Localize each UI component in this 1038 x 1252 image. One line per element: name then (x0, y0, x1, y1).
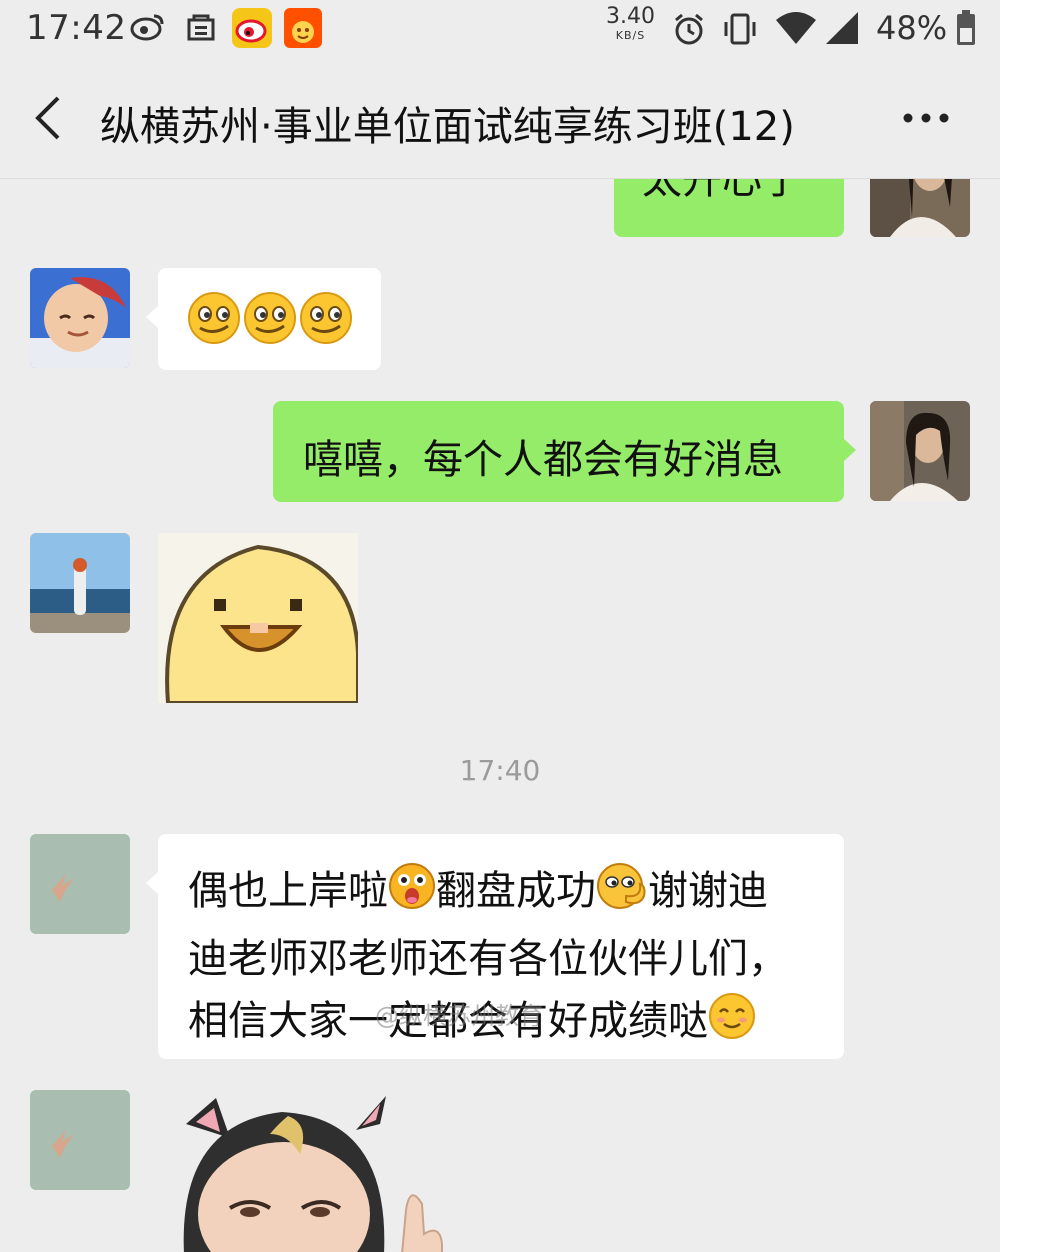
message-bubble-outgoing[interactable]: 太开心了 (614, 179, 844, 237)
alarm-icon (675, 13, 703, 45)
chat-title: 纵横苏州·事业单位面试纯享练习班(12) (100, 104, 795, 150)
avatar-member-3[interactable] (30, 1090, 130, 1190)
message-text: 翻盘成功 (436, 868, 596, 914)
network-speed-unit: KB/S (615, 29, 646, 42)
vibrate-icon (724, 13, 756, 45)
message-text: 谢谢迪 (648, 868, 768, 914)
weibo-red-app-icon (232, 8, 272, 48)
signal-icon (826, 12, 858, 44)
more-dots-icon (903, 113, 949, 123)
bubble-tail (146, 306, 158, 328)
message-line: 偶也上岸啦 翻盘成功 谢谢迪 (188, 860, 844, 928)
taobao-app-icon (284, 8, 322, 48)
message-text: 迪老师邓老师还有各位伙伴儿们， (188, 936, 788, 982)
weibo-icon (130, 14, 164, 41)
smile-emoji (708, 992, 756, 1058)
chevron-left-icon (35, 96, 60, 140)
bubble-tail (146, 872, 158, 894)
message-text: 嘻嘻，每个人都会有好消息 (303, 437, 783, 483)
status-time: 17:42 (26, 8, 127, 48)
bubble-tail (844, 439, 856, 461)
battery-percent: 48% (876, 9, 948, 47)
avatar-self[interactable] (870, 179, 970, 237)
message-text: 偶也上岸啦 (188, 868, 388, 914)
message-bubble-outgoing[interactable]: 嘻嘻，每个人都会有好消息 (273, 401, 856, 502)
surprised-emoji (388, 862, 436, 928)
avatar-member-1[interactable] (30, 268, 130, 368)
avatar-member-2[interactable] (30, 533, 130, 633)
watermark: @纵横苏州教育 (375, 1002, 543, 1030)
chat-screen: 17:42 3.40 KB/S 48% 纵横苏州·事业单位面试纯享练习班(12)… (0, 0, 1000, 1252)
message-text: 太开心了 (642, 179, 802, 203)
status-bar: 17:42 3.40 KB/S 48% (0, 0, 1000, 58)
back-button[interactable] (28, 94, 72, 142)
cat-ear-baby-sticker[interactable] (170, 1094, 470, 1252)
battery-icon (957, 10, 975, 45)
laughing-chick-sticker[interactable] (158, 533, 360, 705)
avatar-self[interactable] (870, 401, 970, 501)
message-list[interactable]: 太开心了 嘻嘻，每个人都会有好消息 17:40 偶也上岸啦 翻盘成功 谢谢迪 迪… (0, 179, 1000, 1252)
network-speed: 3.40 KB/S (606, 4, 655, 42)
message-bubble-incoming[interactable] (146, 268, 381, 370)
chat-header: 纵横苏州·事业单位面试纯享练习班(12) (0, 70, 1000, 174)
message-timestamp: 17:40 (459, 754, 541, 787)
grinning-sly-emoji (186, 290, 354, 356)
avatar-member-3[interactable] (30, 834, 130, 934)
store-icon (187, 14, 215, 41)
message-line: 迪老师邓老师还有各位伙伴儿们， (188, 928, 844, 990)
network-speed-value: 3.40 (606, 4, 655, 29)
shy-emoji (596, 862, 648, 928)
wifi-icon (776, 12, 816, 44)
more-button[interactable] (896, 100, 956, 136)
